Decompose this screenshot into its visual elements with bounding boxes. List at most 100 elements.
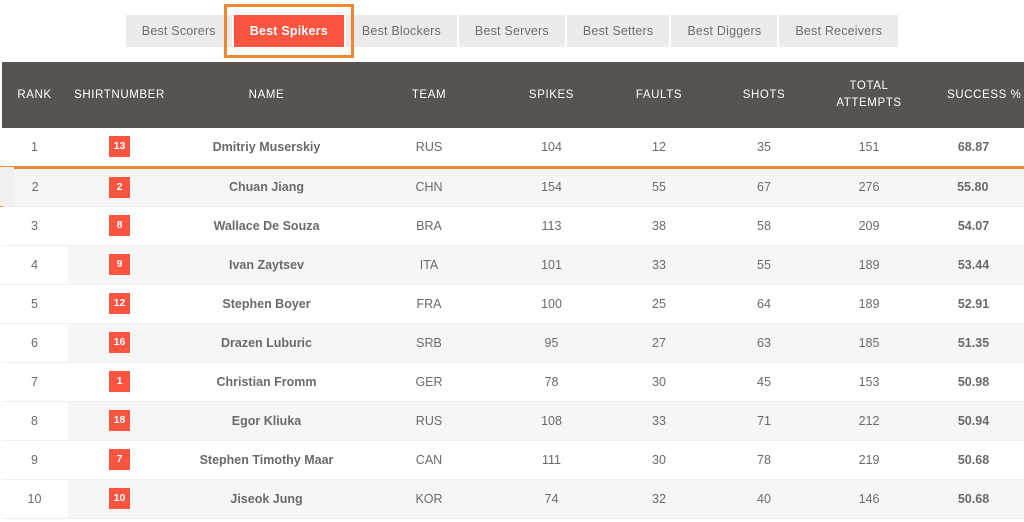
cell-rank: 10 [1, 479, 68, 519]
cell-team: RUS [361, 128, 497, 168]
table-header-row: RANK SHIRTNUMBER NAME TEAM SPIKES FAULTS… [1, 62, 1024, 128]
cell-success-pct: 51.35 [921, 323, 1024, 363]
cell-total-attempts: 219 [816, 440, 922, 480]
total-attempts-line-1: TOTAL [849, 80, 889, 93]
cell-success-pct: 54.07 [921, 206, 1024, 246]
cell-team: SRB [361, 323, 497, 363]
tab-best-setters[interactable]: Best Setters [566, 15, 670, 47]
cell-shirtnumber: 2 [67, 165, 172, 207]
shirt-number-badge: 16 [109, 332, 130, 353]
table-row[interactable]: 1 13 Dmitriy Muserskiy RUS 104 12 35 151 68.87 [1, 128, 1024, 168]
cell-name: Egor Kliuka [171, 401, 362, 441]
cell-total-attempts: 151 [816, 128, 922, 168]
table-body: 1 13 Dmitriy Muserskiy RUS 104 12 35 151 68.87 2 2… [0, 128, 1024, 519]
cell-total-attempts: 146 [816, 479, 922, 519]
cell-faults: 30 [606, 440, 712, 480]
cell-shots: 58 [711, 206, 817, 246]
cell-faults: 38 [606, 206, 712, 246]
cell-name: Wallace De Souza [171, 206, 362, 246]
cell-total-attempts: 153 [816, 362, 922, 402]
cell-faults: 33 [606, 245, 712, 285]
rankings-table: RANK SHIRTNUMBER NAME TEAM SPIKES FAULTS… [0, 62, 1024, 519]
cell-rank: 5 [1, 284, 68, 324]
cell-shirtnumber: 12 [67, 284, 172, 324]
cell-shots: 40 [711, 479, 817, 519]
cell-rank: 4 [1, 245, 68, 285]
cell-shirtnumber: 8 [67, 206, 172, 246]
shirt-number-badge: 1 [109, 371, 130, 392]
table-row[interactable]: 2 2 Chuan Jiang CHN 154 55 67 276 55.80 [0, 165, 1024, 207]
cell-total-attempts: 185 [816, 323, 922, 363]
shirt-number-badge: 2 [109, 176, 130, 198]
cell-name: Dmitriy Muserskiy [171, 128, 362, 168]
cell-shots: 78 [711, 440, 817, 480]
table-row[interactable]: 7 1 Christian Fromm GER 78 30 45 153 50.98 [1, 362, 1024, 402]
cell-rank: 6 [1, 323, 68, 363]
tab-best-spikers[interactable]: Best Spikers [223, 4, 355, 58]
column-header-faults[interactable]: FAULTS [606, 62, 712, 128]
column-header-spikes[interactable]: SPIKES [496, 62, 607, 128]
cell-total-attempts: 189 [816, 284, 922, 324]
column-header-total-attempts[interactable]: TOTAL ATTEMPTS [816, 62, 922, 128]
cell-total-attempts: 276 [816, 165, 922, 207]
table-row[interactable]: 9 7 Stephen Timothy Maar CAN 111 30 78 219 50.68 [1, 440, 1024, 480]
cell-team: BRA [361, 206, 497, 246]
tab-best-receivers[interactable]: Best Receivers [779, 15, 899, 47]
cell-spikes: 74 [496, 479, 607, 519]
cell-shirtnumber: 1 [67, 362, 172, 402]
cell-shots: 64 [711, 284, 817, 324]
table-header: RANK SHIRTNUMBER NAME TEAM SPIKES FAULTS… [1, 62, 1024, 128]
cell-team: ITA [361, 245, 497, 285]
cell-faults: 30 [606, 362, 712, 402]
cell-success-pct: 50.68 [921, 440, 1024, 480]
tab-best-servers[interactable]: Best Servers [458, 15, 565, 47]
shirt-number-badge: 9 [109, 254, 130, 275]
cell-shots: 45 [711, 362, 817, 402]
column-header-shirtnumber[interactable]: SHIRTNUMBER [67, 62, 172, 128]
column-header-team[interactable]: TEAM [361, 62, 497, 128]
table-row[interactable]: 6 16 Drazen Luburic SRB 95 27 63 185 51.35 [1, 323, 1024, 363]
table-row[interactable]: 10 10 Jiseok Jung KOR 74 32 40 146 50.68 [1, 479, 1024, 519]
shirt-number-badge: 7 [109, 449, 130, 470]
cell-spikes: 78 [496, 362, 607, 402]
total-attempts-line-2: ATTEMPTS [836, 97, 902, 109]
cell-spikes: 101 [496, 245, 607, 285]
cell-total-attempts: 209 [816, 206, 922, 246]
cell-shirtnumber: 9 [67, 245, 172, 285]
cell-total-attempts: 189 [816, 245, 922, 285]
column-header-success-pct[interactable]: SUCCESS % [921, 62, 1024, 128]
cell-shots: 67 [711, 165, 817, 207]
tab-bar-container: Best Scorers Best Spikers Best Blockers Bes… [0, 0, 1024, 62]
table-row[interactable]: 8 18 Egor Kliuka RUS 108 33 71 212 50.94 [1, 401, 1024, 441]
table-row[interactable]: 5 12 Stephen Boyer FRA 100 25 64 189 52.91 [1, 284, 1024, 324]
table-row[interactable]: 4 9 Ivan Zaytsev ITA 101 33 55 189 53.44 [1, 245, 1024, 285]
shirt-number-badge: 12 [109, 293, 130, 314]
cell-spikes: 113 [496, 206, 607, 246]
cell-name: Christian Fromm [171, 362, 362, 402]
cell-total-attempts: 212 [816, 401, 922, 441]
tab-bar: Best Scorers Best Spikers Best Blockers Bes… [125, 4, 899, 58]
column-header-rank[interactable]: RANK [1, 62, 68, 128]
cell-success-pct: 53.44 [921, 245, 1024, 285]
cell-shots: 35 [711, 128, 817, 168]
column-header-shots[interactable]: SHOTS [711, 62, 817, 128]
cell-spikes: 100 [496, 284, 607, 324]
shirt-number-badge: 13 [109, 136, 130, 158]
column-header-name[interactable]: NAME [171, 62, 362, 128]
cell-name: Stephen Timothy Maar [171, 440, 362, 480]
cell-shirtnumber: 16 [67, 323, 172, 363]
cell-success-pct: 50.98 [921, 362, 1024, 402]
cell-rank: 1 [1, 128, 68, 168]
cell-name: Stephen Boyer [171, 284, 362, 324]
cell-success-pct: 50.94 [921, 401, 1024, 441]
cell-faults: 12 [606, 128, 712, 168]
cell-shirtnumber: 7 [67, 440, 172, 480]
cell-spikes: 104 [496, 128, 607, 168]
tab-best-diggers[interactable]: Best Diggers [671, 15, 778, 47]
table-row[interactable]: 3 8 Wallace De Souza BRA 113 38 58 209 54.07 [1, 206, 1024, 246]
cell-shirtnumber: 18 [67, 401, 172, 441]
tab-best-scorers[interactable]: Best Scorers [125, 15, 232, 47]
tab-best-blockers[interactable]: Best Blockers [345, 15, 457, 47]
cell-spikes: 108 [496, 401, 607, 441]
shirt-number-badge: 8 [109, 215, 130, 236]
